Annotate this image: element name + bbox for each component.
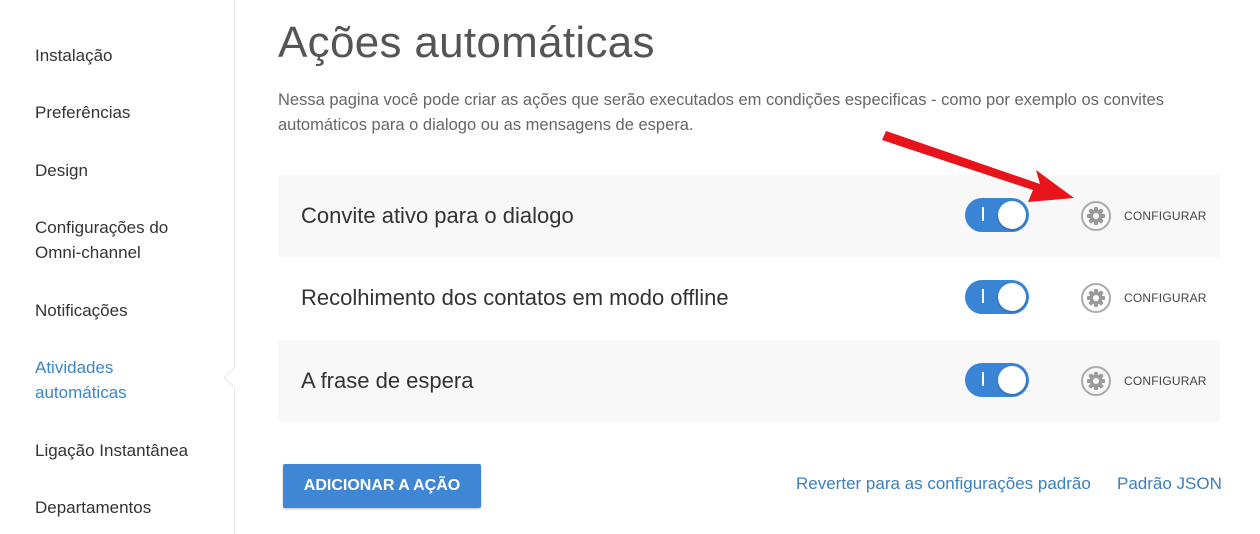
- gear-icon[interactable]: [1080, 200, 1112, 232]
- action-row-frase-de-espera: A frase de espera CONFIGURAR: [278, 340, 1220, 422]
- sidebar-item-omni-channel[interactable]: Configurações do Omni-channel: [35, 215, 185, 265]
- toggle-on-mark: [982, 289, 984, 303]
- configure-link[interactable]: CONFIGURAR: [1124, 340, 1207, 422]
- gear-icon[interactable]: [1080, 282, 1112, 314]
- sidebar-item-atividades-automaticas[interactable]: Atividades automáticas: [35, 355, 145, 405]
- sidebar-item-preferencias[interactable]: Preferências: [35, 100, 225, 125]
- action-label: Recolhimento dos contatos em modo offlin…: [301, 285, 729, 310]
- configure-link[interactable]: CONFIGURAR: [1124, 175, 1207, 257]
- action-row-convite: Convite ativo para o dialogo CONFIGURAR: [278, 175, 1220, 257]
- action-label: Convite ativo para o dialogo: [301, 203, 574, 228]
- toggle-knob: [998, 366, 1026, 394]
- action-toggle[interactable]: [965, 198, 1029, 232]
- action-toggle[interactable]: [965, 363, 1029, 397]
- sidebar-item-notificacoes[interactable]: Notificações: [35, 298, 225, 323]
- add-action-button[interactable]: ADICIONAR A AÇÃO: [283, 464, 481, 508]
- sidebar-item-design[interactable]: Design: [35, 158, 225, 183]
- action-label: A frase de espera: [301, 368, 474, 393]
- toggle-knob: [998, 201, 1026, 229]
- sidebar: Instalação Preferências Design Configura…: [0, 0, 235, 534]
- action-row-recolhimento: Recolhimento dos contatos em modo offlin…: [278, 257, 1220, 339]
- sidebar-item-instalacao[interactable]: Instalação: [35, 43, 225, 68]
- toggle-knob: [998, 283, 1026, 311]
- default-json-link[interactable]: Padrão JSON: [1117, 474, 1222, 494]
- toggle-on-mark: [982, 207, 984, 221]
- sidebar-item-ligacao-instantanea[interactable]: Ligação Instantânea: [35, 438, 225, 463]
- action-toggle[interactable]: [965, 280, 1029, 314]
- page-description: Nessa pagina você pode criar as ações qu…: [278, 91, 1164, 134]
- gear-icon[interactable]: [1080, 365, 1112, 397]
- reset-defaults-link[interactable]: Reverter para as configurações padrão: [796, 474, 1091, 494]
- toggle-on-mark: [982, 372, 984, 386]
- configure-link[interactable]: CONFIGURAR: [1124, 257, 1207, 339]
- page-title: Ações automáticas: [278, 18, 655, 67]
- sidebar-item-departamentos[interactable]: Departamentos: [35, 495, 225, 520]
